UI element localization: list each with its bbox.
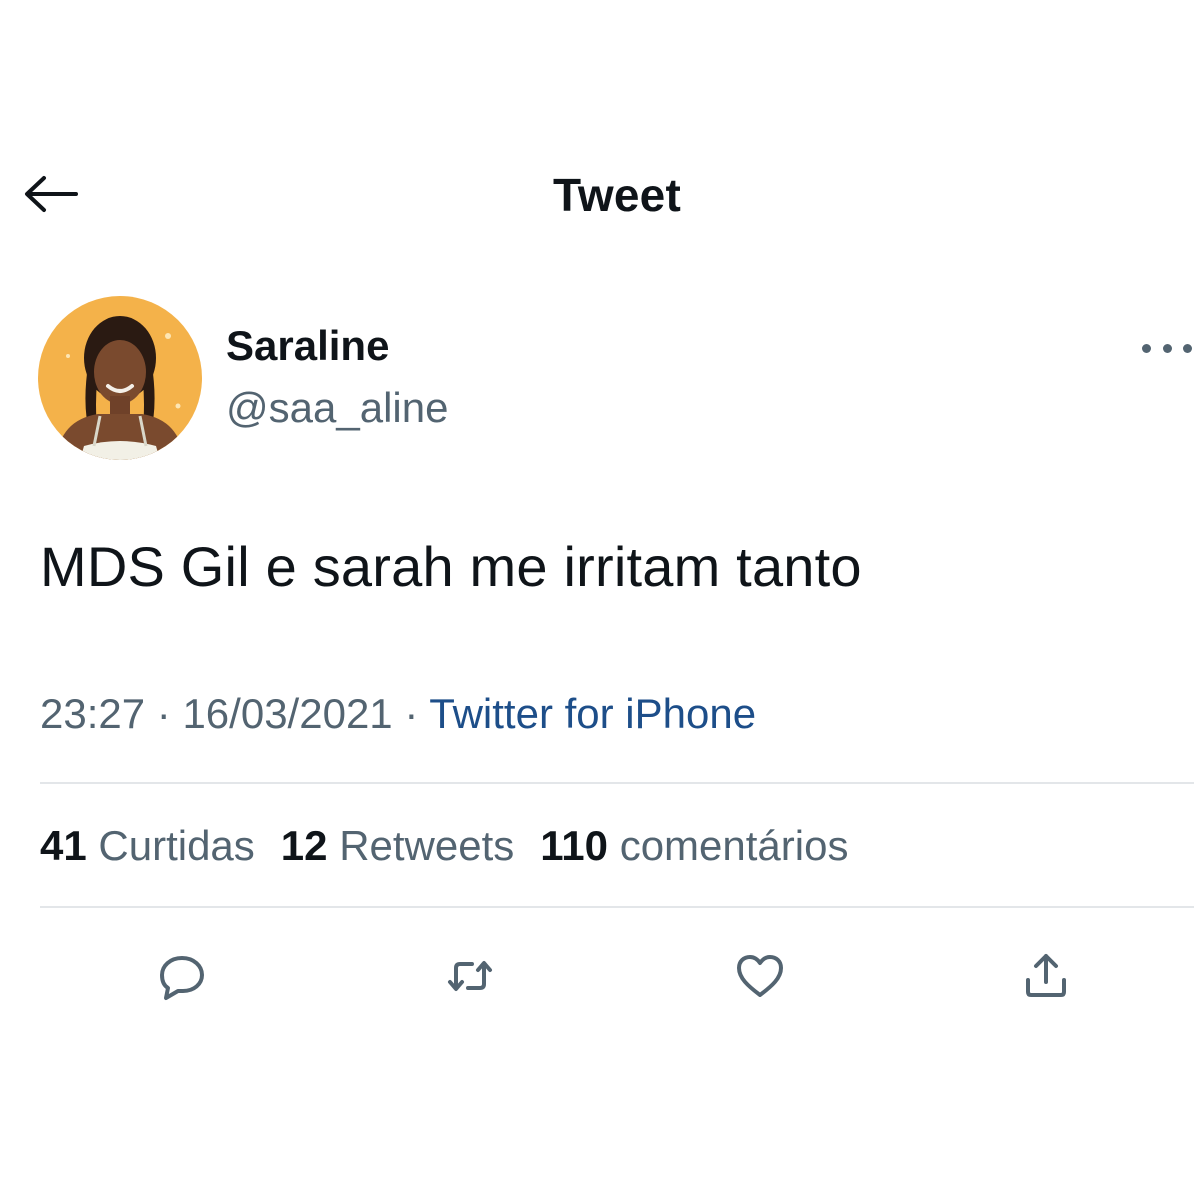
likes-label: Curtidas bbox=[98, 822, 255, 869]
divider bbox=[40, 906, 1194, 908]
retweets-label: Retweets bbox=[339, 822, 515, 869]
author-display-name[interactable]: Saraline bbox=[226, 322, 389, 370]
more-options-button[interactable] bbox=[1142, 336, 1192, 360]
author-handle[interactable]: @saa_aline bbox=[226, 384, 448, 432]
like-icon bbox=[737, 955, 783, 997]
retweet-icon bbox=[448, 961, 492, 991]
tweet-detail-screen: Tweet Saraline @saa_aline MDS Gil e sara… bbox=[0, 0, 1200, 1200]
tweet-date: 16/03/2021 bbox=[182, 690, 393, 737]
tweet-text: MDS Gil e sarah me irritam tanto bbox=[40, 535, 862, 598]
divider bbox=[40, 782, 1194, 784]
reply-button[interactable] bbox=[152, 946, 212, 1006]
avatar[interactable] bbox=[38, 296, 202, 460]
more-horizontal-icon bbox=[1142, 343, 1151, 353]
tweet-stats: 41 Curtidas 12 Retweets 110 comentários bbox=[40, 822, 848, 870]
retweets-stat[interactable]: 12 Retweets bbox=[281, 822, 514, 870]
retweet-button[interactable] bbox=[440, 946, 500, 1006]
tweet-time: 23:27 bbox=[40, 690, 146, 737]
likes-count: 41 bbox=[40, 822, 87, 869]
page-title: Tweet bbox=[553, 169, 681, 221]
retweets-count: 12 bbox=[280, 822, 328, 869]
share-button[interactable] bbox=[1016, 946, 1076, 1006]
reply-icon bbox=[160, 956, 204, 1000]
meta-separator: · bbox=[156, 690, 171, 737]
likes-stat[interactable]: 41 Curtidas bbox=[40, 822, 255, 870]
comments-label: comentários bbox=[619, 822, 849, 869]
tweet-metadata: 23:27 · 16/03/2021 · Twitter for iPhone bbox=[40, 690, 756, 738]
tweet-source-link[interactable]: Twitter for iPhone bbox=[429, 690, 756, 737]
comments-count: 110 bbox=[540, 822, 609, 869]
meta-separator: · bbox=[404, 690, 419, 737]
share-icon bbox=[1026, 954, 1066, 997]
like-button[interactable] bbox=[730, 946, 790, 1006]
comments-stat[interactable]: 110 comentários bbox=[540, 822, 848, 870]
avatar-photo bbox=[38, 296, 202, 460]
more-dot bbox=[1183, 343, 1192, 353]
more-dot bbox=[1162, 343, 1172, 353]
